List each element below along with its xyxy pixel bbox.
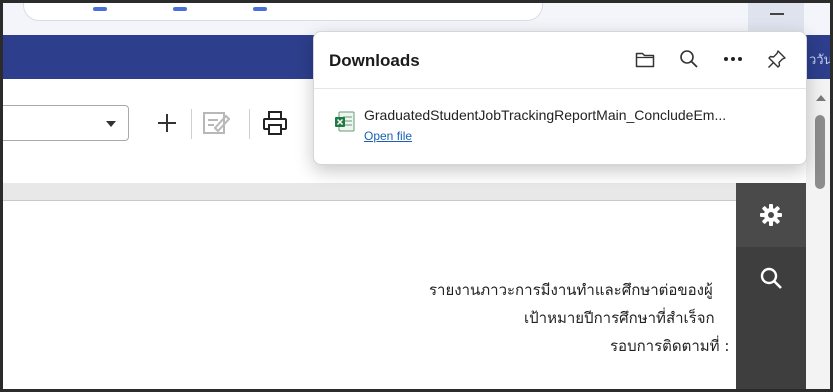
chrome-indicator xyxy=(93,7,107,11)
chevron-down-icon xyxy=(106,121,116,127)
report-side-panel xyxy=(736,183,806,389)
report-title-line: รายงานภาวะการมีงานทำและศึกษาต่อของผู้ xyxy=(429,281,713,299)
report-page: รายงานภาวะการมีงานทำและศึกษาต่อของผู้ เป… xyxy=(3,202,830,389)
chrome-indicator xyxy=(253,7,267,11)
more-icon xyxy=(724,57,742,61)
header-text: ววัน xyxy=(809,53,833,68)
more-options-button[interactable] xyxy=(720,46,746,72)
settings-button[interactable] xyxy=(736,183,806,247)
search-icon xyxy=(680,50,698,68)
report-separator-strip xyxy=(3,183,830,201)
downloads-actions xyxy=(632,46,790,72)
plus-icon xyxy=(158,114,176,132)
toolbar-separator xyxy=(191,109,192,139)
search-downloads-button[interactable] xyxy=(676,46,702,72)
downloads-divider xyxy=(314,88,806,89)
print-icon xyxy=(263,111,287,135)
download-item[interactable]: GraduatedStudentJobTrackingReportMain_Co… xyxy=(314,98,806,154)
vertical-scrollbar[interactable] xyxy=(806,79,830,389)
export-format-select[interactable] xyxy=(3,105,129,141)
scrollbar-thumb[interactable] xyxy=(815,115,825,189)
report-round-line: รอบการติดตามที่ : xyxy=(610,337,730,355)
chrome-indicator xyxy=(173,7,187,11)
scroll-up-arrow[interactable] xyxy=(816,95,826,101)
folder-icon xyxy=(635,52,655,68)
edit-button[interactable] xyxy=(199,103,235,143)
pin-downloads-button[interactable] xyxy=(764,46,790,72)
open-folder-button[interactable] xyxy=(632,46,658,72)
add-button[interactable] xyxy=(149,103,185,143)
download-file-name[interactable]: GraduatedStudentJobTrackingReportMain_Co… xyxy=(364,107,794,123)
report-subtitle-line: เป้าหมายปีการศึกษาที่สำเร็จก xyxy=(524,309,715,327)
downloads-panel: Downloads GraduatedStudentJobTrackingRep… xyxy=(313,31,807,165)
print-button[interactable] xyxy=(257,103,293,143)
side-search-button[interactable] xyxy=(736,253,806,303)
screenshot-frame: ววัน รายงานภาวะการมีงานทำและศึกษาต่อของผ… xyxy=(0,0,833,392)
gear-icon xyxy=(760,204,782,226)
downloads-title: Downloads xyxy=(329,51,420,70)
toolbar-separator xyxy=(249,109,250,139)
search-icon xyxy=(760,267,782,289)
excel-file-icon xyxy=(335,111,355,132)
pin-icon xyxy=(768,50,786,68)
open-file-link[interactable]: Open file xyxy=(364,129,412,143)
edit-document-icon xyxy=(203,112,231,134)
